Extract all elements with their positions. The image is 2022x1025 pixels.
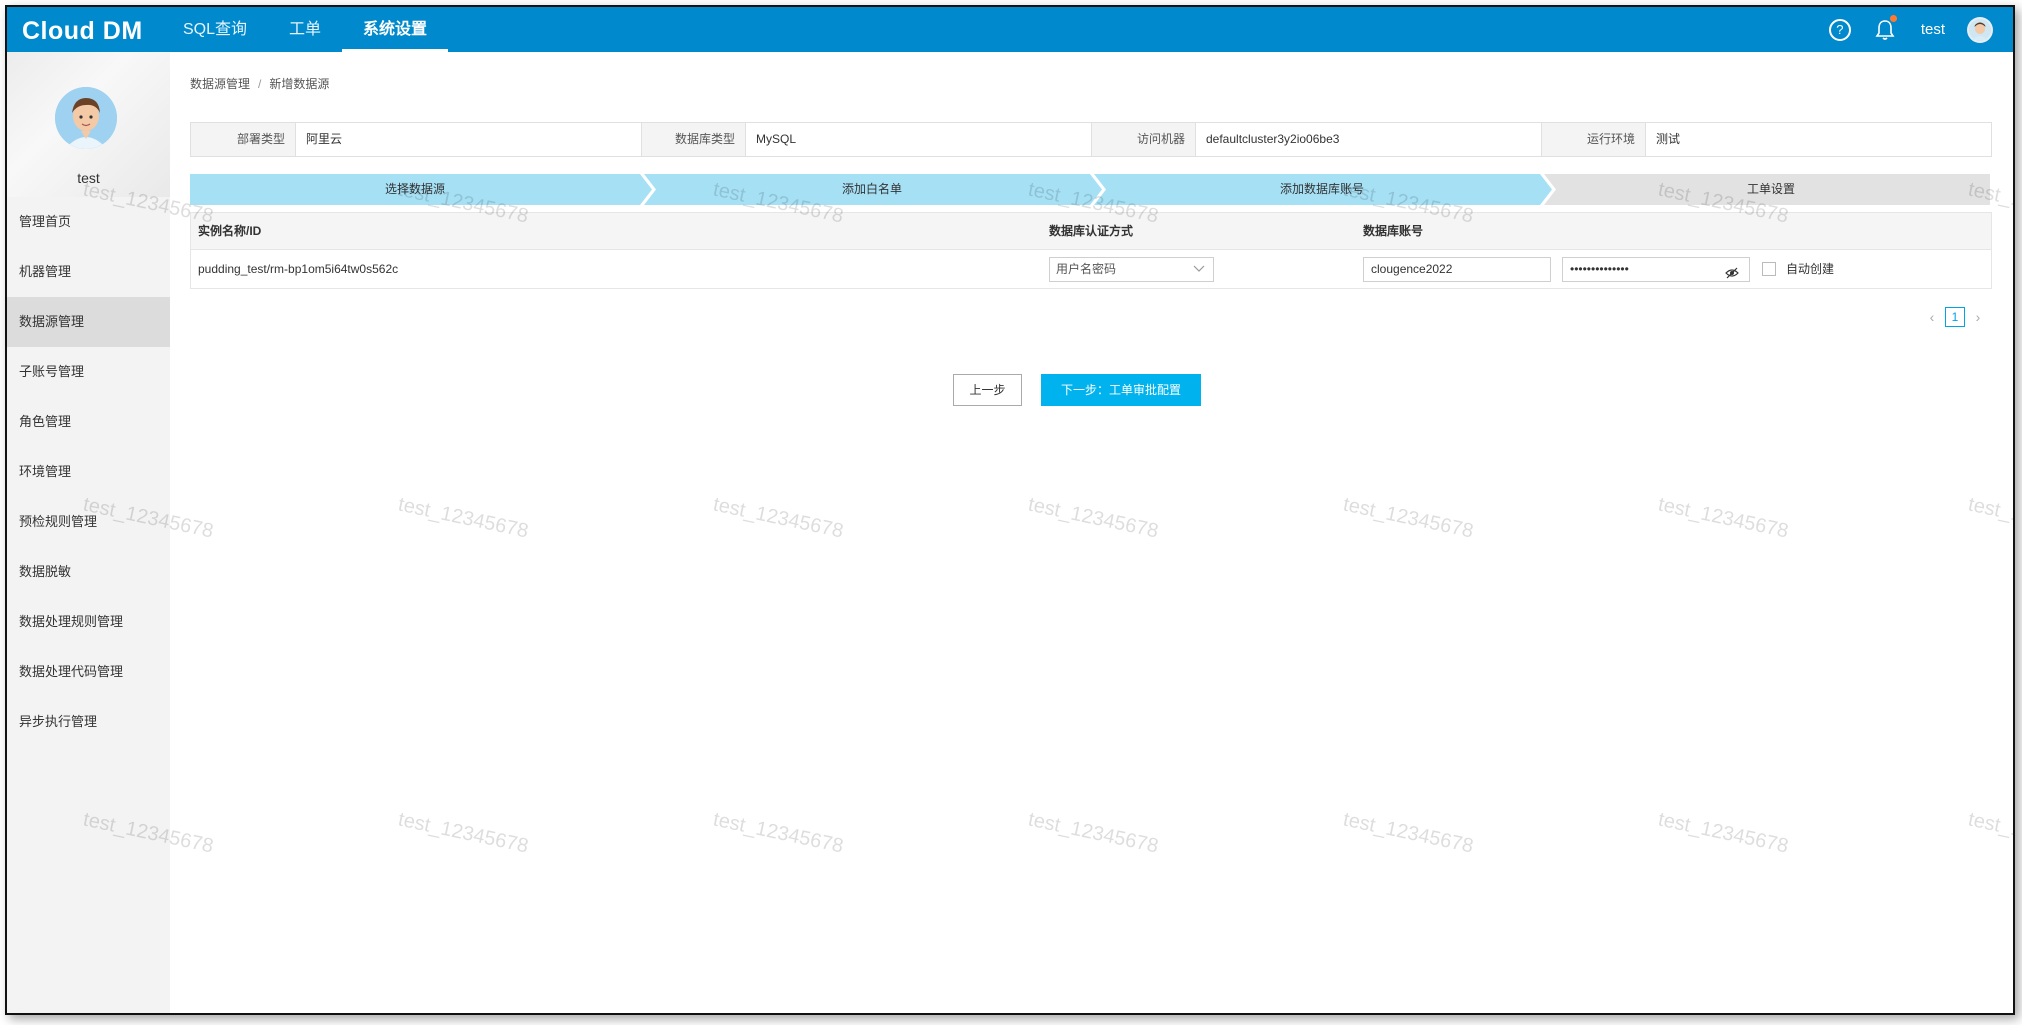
info-value: defaultcluster3y2io06be3: [1206, 132, 1340, 146]
breadcrumb: 数据源管理 / 新增数据源: [190, 77, 330, 91]
cell-instance: pudding_test/rm-bp1om5i64tw0s562c: [198, 262, 399, 276]
step-ticket-settings: 工单设置: [1746, 182, 1795, 196]
wizard-steps: 选择数据源 添加白名单 添加数据库账号 工单设置: [190, 174, 1990, 205]
instance-table: 实例名称/ID 数据库认证方式 数据库账号 pudding_test/rm-bp…: [190, 212, 1992, 289]
bell-icon[interactable]: [1875, 14, 1897, 41]
step-add-db-account: 添加数据库账号: [1279, 182, 1364, 196]
header-auth-method: 数据库认证方式: [1049, 224, 1134, 238]
auth-method-select[interactable]: 用户名密码: [1049, 256, 1214, 282]
chevron-down-icon: [1193, 259, 1205, 288]
nav-tickets[interactable]: 工单: [268, 7, 342, 52]
prev-step-button[interactable]: 上一步: [953, 374, 1022, 406]
next-step-button[interactable]: 下一步：工单审批配置: [1041, 374, 1201, 406]
info-label: 访问机器: [1091, 123, 1196, 156]
sidebar-item-datasources[interactable]: 数据源管理: [7, 297, 170, 347]
db-password-input[interactable]: ••••••••••••••: [1562, 256, 1750, 282]
info-label: 数据库类型: [641, 123, 746, 156]
header-db-account: 数据库账号: [1363, 224, 1424, 238]
info-value: 阿里云: [306, 132, 343, 146]
info-label: 部署类型: [191, 123, 296, 156]
sidebar-item-subaccounts[interactable]: 子账号管理: [7, 347, 170, 397]
sidebar-user-name: test: [77, 170, 100, 186]
sidebar-item-machines[interactable]: 机器管理: [7, 247, 170, 297]
sidebar-item-data-rules[interactable]: 数据处理规则管理: [7, 597, 170, 647]
sidebar-item-home[interactable]: 管理首页: [7, 197, 170, 247]
info-db-type: 数据库类型 MySQL: [641, 123, 1091, 156]
cell-auth: 用户名密码: [1049, 256, 1363, 282]
db-account-input[interactable]: clougence2022: [1363, 256, 1551, 282]
sidebar-item-precheck-rules[interactable]: 预检规则管理: [7, 497, 170, 547]
chevron-left-icon[interactable]: ‹: [1923, 309, 1941, 325]
sidebar-item-async-exec[interactable]: 异步执行管理: [7, 697, 170, 747]
table-row: pudding_test/rm-bp1om5i64tw0s562c 用户名密码 …: [191, 249, 1991, 288]
profile-avatar-icon: [55, 87, 117, 149]
chevron-right-icon[interactable]: ›: [1969, 309, 1987, 325]
sidebar-profile: test: [7, 52, 170, 197]
nav-system-settings[interactable]: 系统设置: [342, 7, 449, 52]
header-instance: 实例名称/ID: [198, 224, 262, 238]
info-access-machine: 访问机器 defaultcluster3y2io06be3: [1091, 123, 1541, 156]
breadcrumb-parent[interactable]: 数据源管理: [190, 77, 250, 91]
avatar-icon[interactable]: [1967, 16, 1993, 43]
info-label: 运行环境: [1541, 123, 1646, 156]
info-value: 测试: [1656, 132, 1681, 146]
notification-dot: [1889, 14, 1897, 22]
datasource-info-row: 部署类型 阿里云 数据库类型 MySQL 访问机器 defaultcluster…: [190, 122, 1992, 157]
sidebar-item-data-masking[interactable]: 数据脱敏: [7, 547, 170, 597]
sidebar-item-data-code[interactable]: 数据处理代码管理: [7, 647, 170, 697]
app-window: Cloud DM SQL查询 工单 系统设置 ? test test 管理首页 …: [5, 5, 2015, 1015]
user-name[interactable]: test: [1921, 21, 1945, 38]
password-mask: ••••••••••••••: [1570, 261, 1629, 276]
pagination: ‹ 1 ›: [1923, 307, 1987, 327]
info-value: MySQL: [756, 132, 797, 146]
help-circle-icon[interactable]: ?: [1828, 18, 1851, 41]
step-select-datasource: 选择数据源: [384, 182, 445, 196]
sidebar: test 管理首页 机器管理 数据源管理 子账号管理 角色管理 环境管理 预检规…: [7, 52, 170, 1013]
breadcrumb-current: 新增数据源: [269, 77, 330, 91]
info-environment: 运行环境 测试: [1541, 123, 1991, 156]
sidebar-item-roles[interactable]: 角色管理: [7, 397, 170, 447]
cell-account: clougence2022 •••••••••••••• 自动创建: [1363, 251, 1991, 287]
main-content: 数据源管理 / 新增数据源 部署类型 阿里云 数据库类型 MySQL 访问机器 de…: [170, 52, 2013, 1013]
page-number[interactable]: 1: [1945, 307, 1965, 327]
sidebar-item-environments[interactable]: 环境管理: [7, 447, 170, 497]
auto-create-checkbox[interactable]: [1762, 262, 1776, 276]
auto-create-label: 自动创建: [1786, 262, 1835, 276]
auth-method-value: 用户名密码: [1056, 261, 1117, 276]
info-deploy-type: 部署类型 阿里云: [191, 123, 641, 156]
app-logo[interactable]: Cloud DM: [22, 17, 143, 46]
table-header: 实例名称/ID 数据库认证方式 数据库账号: [191, 213, 1991, 249]
nav-sql-query[interactable]: SQL查询: [162, 7, 268, 52]
top-right-tools: ? test: [1828, 7, 1993, 52]
step-add-whitelist: 添加白名单: [841, 182, 902, 196]
top-nav: SQL查询 工单 系统设置: [162, 7, 449, 52]
top-bar: Cloud DM SQL查询 工单 系统设置 ? test: [7, 7, 2013, 52]
eye-off-icon[interactable]: [1725, 264, 1739, 287]
